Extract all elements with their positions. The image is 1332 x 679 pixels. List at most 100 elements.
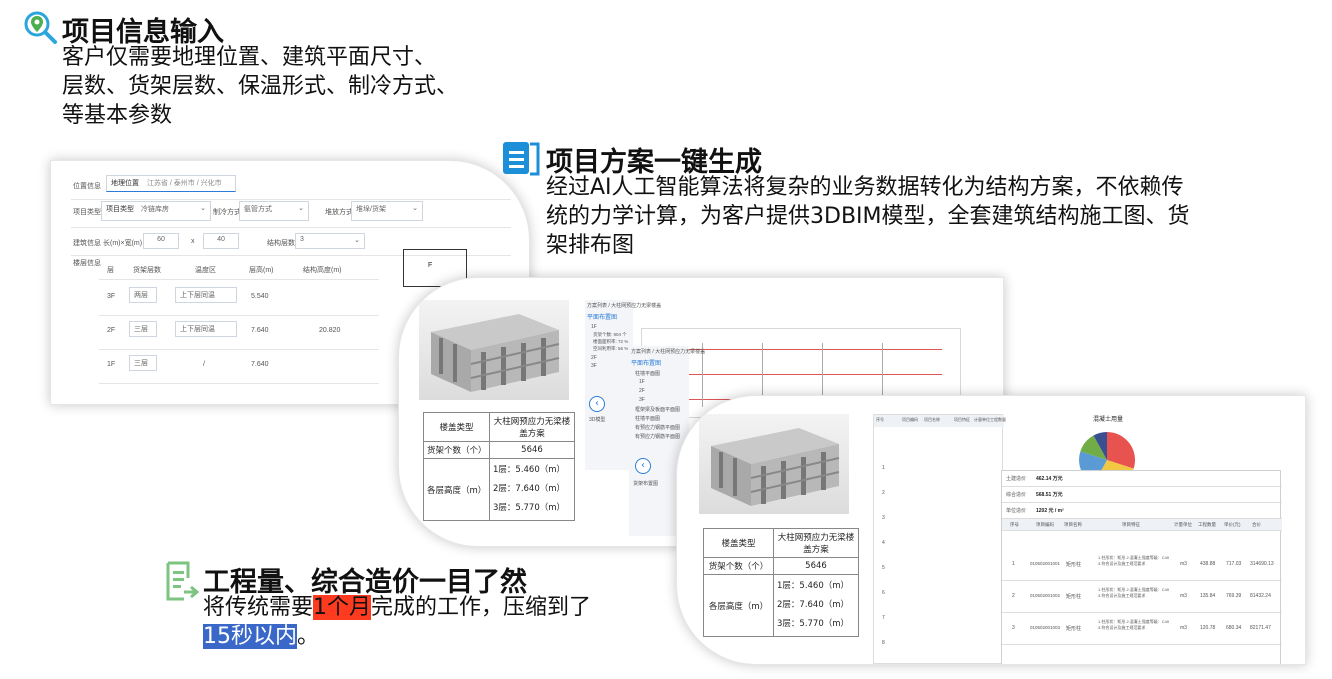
cooling-value: 氨管方式 bbox=[244, 206, 272, 213]
document-list-icon bbox=[503, 142, 540, 176]
temp-value: / bbox=[203, 361, 205, 368]
structure-height: 20.820 bbox=[319, 327, 341, 334]
row-unit: m3 bbox=[1180, 561, 1187, 567]
row-feature: 1.柱形状：矩形 2.混凝土强度等级：C40 3.符合设计及施工规范要求 bbox=[1098, 555, 1170, 566]
length-input[interactable]: 60 bbox=[143, 233, 179, 249]
cost-summary-table: 土建造价 462.14 万元 综合造价 568.51 万元 单位造价 1202 … bbox=[1001, 470, 1282, 664]
floor-header: 温度区 bbox=[195, 267, 216, 274]
chevron-left-icon[interactable]: ‹ bbox=[635, 458, 651, 474]
temp-value: 上下层同温 bbox=[180, 326, 215, 333]
project-type-select[interactable]: 项目类型 冷链库房 ⌄ bbox=[101, 201, 211, 221]
tree-item[interactable]: 2F bbox=[591, 355, 597, 361]
highlight-15-seconds: 15秒以内 bbox=[203, 624, 297, 649]
row-qty: 135.84 bbox=[1200, 593, 1216, 599]
tree-item[interactable]: 有预应力钢筋平面图 bbox=[635, 424, 680, 431]
tree-item[interactable]: 1F bbox=[639, 379, 645, 385]
row-unit: m3 bbox=[1180, 625, 1187, 631]
tree-item: 空间利用率: 56 % bbox=[593, 346, 629, 351]
project-type-value: 冷链库房 bbox=[140, 206, 169, 213]
tree-item[interactable]: 柱墙平面图 bbox=[635, 415, 660, 422]
table-row-no: 1 bbox=[882, 465, 885, 471]
cooling-select[interactable]: 氨管方式 ⌄ bbox=[239, 201, 309, 221]
table-header: 序号 bbox=[1010, 522, 1019, 527]
chevron-down-icon: ⌄ bbox=[412, 205, 418, 212]
row-qty: 120.78 bbox=[1200, 625, 1216, 631]
rack-value: 三层 bbox=[134, 360, 148, 367]
table-header: 项目特征 bbox=[1122, 522, 1140, 527]
height-value: 3层：5.770（m） bbox=[493, 503, 566, 513]
highlight-one-month: 1个月 bbox=[313, 595, 372, 620]
row-unit: m3 bbox=[1180, 593, 1187, 599]
spec-value: 5646 bbox=[489, 441, 575, 459]
summary-label: 综合造价 bbox=[1006, 492, 1027, 498]
table-header: 项目名称 bbox=[1064, 522, 1082, 527]
summary-label: 单位造价 bbox=[1006, 508, 1027, 514]
spec-table: 楼盖类型 大柱网预应力无梁楼盖方案 货架个数（个） 5646 各层高度（m） 1… bbox=[703, 528, 859, 637]
input-section-description: 客户仅需要地理位置、建筑平面尺寸、 层数、货架层数、保温形式、制冷方式、 等基本… bbox=[62, 43, 458, 130]
cost-desc-line: 将传统需要1个月完成的工作，压缩到了 bbox=[203, 593, 643, 622]
tree-item[interactable]: 框架梁及板面平面图 bbox=[635, 406, 680, 413]
cost-desc-text: 将传统需要 bbox=[203, 595, 314, 620]
scheme-sidebar: 方案列表 / 大柱网预应力无梁楼盖 平面布置图 1F 货架个数: 904 个 楼… bbox=[585, 300, 661, 470]
tree-item[interactable]: 1F bbox=[591, 324, 597, 330]
chart-title: 混凝土用量 bbox=[1093, 417, 1124, 423]
times-sign: x bbox=[191, 238, 195, 245]
breadcrumb: 方案列表 / 大柱网预应力无梁楼盖 bbox=[631, 349, 706, 355]
size-label: 长(m)×宽(m) bbox=[103, 240, 143, 247]
cost-result-card: 楼盖类型 大柱网预应力无梁楼盖方案 货架个数（个） 5646 各层高度（m） 1… bbox=[676, 395, 1306, 665]
tree-item: 货架个数: 904 个 bbox=[593, 332, 627, 337]
row-no: 3 bbox=[1012, 625, 1015, 631]
tree-item[interactable]: 3F bbox=[639, 397, 645, 403]
spec-label: 楼盖类型 bbox=[703, 528, 774, 558]
floor-header: 层高(m) bbox=[249, 267, 274, 274]
structure-floors-select[interactable]: 3 ⌄ bbox=[295, 233, 365, 249]
table-header: 计量单位 bbox=[1174, 522, 1192, 527]
rack-select[interactable]: 三层 bbox=[129, 321, 157, 337]
project-type-label: 项目类型 bbox=[106, 206, 134, 213]
summary-value: 462.14 万元 bbox=[1036, 476, 1063, 482]
tree-item[interactable]: 2F bbox=[639, 388, 645, 394]
tree-item[interactable]: 有预应力钢筋平面图 bbox=[635, 433, 680, 440]
floor-label: 1F bbox=[107, 361, 116, 368]
generate-section-description: 经过AI人工智能算法将复杂的业务数据转化为结构方案，不依赖传 统的力学计算，为客… bbox=[546, 173, 1190, 260]
row-no: 2 bbox=[1012, 593, 1015, 599]
location-field[interactable]: 地理位置 江苏省 / 泰州市 / 兴化市 bbox=[106, 175, 236, 192]
rack-select[interactable]: 两层 bbox=[129, 287, 157, 303]
width-input[interactable]: 40 bbox=[203, 233, 239, 249]
plan-label: F bbox=[428, 262, 433, 269]
height-value: 2层：7.640（m） bbox=[493, 484, 566, 494]
generate-desc-line: 架排布图 bbox=[546, 233, 635, 258]
chevron-left-icon[interactable]: ‹ bbox=[589, 396, 605, 412]
floor-header: 结构高度(m) bbox=[303, 267, 342, 274]
temp-select[interactable]: 上下层同温 bbox=[175, 321, 237, 337]
temp-select[interactable]: 上下层同温 bbox=[175, 287, 237, 303]
cost-section-description: 将传统需要1个月完成的工作，压缩到了 15秒以内。 bbox=[203, 593, 643, 651]
table-header: 序号 bbox=[876, 417, 884, 422]
tree-item[interactable]: 3F bbox=[591, 363, 597, 369]
row-code: 010502001002 bbox=[1030, 593, 1061, 598]
spec-label: 楼盖类型 bbox=[423, 412, 490, 442]
table-row-no: 8 bbox=[882, 640, 885, 646]
cost-desc-text: 完成的工作，压缩到了 bbox=[371, 595, 592, 620]
tree-item[interactable]: 柱墙平面图 bbox=[635, 370, 660, 377]
floor-height: 7.640 bbox=[251, 327, 269, 334]
table-row: 3 010502001003 矩形柱 1.柱形状：矩形 2.混凝土强度等级：C4… bbox=[1002, 613, 1282, 645]
row-feature: 1.柱形状：矩形 2.混凝土强度等级：C40 3.符合设计及施工规范要求 bbox=[1098, 587, 1170, 598]
bim-3d-model bbox=[699, 414, 849, 514]
table-row: 2 010502001002 矩形柱 1.柱形状：矩形 2.混凝土强度等级：C4… bbox=[1002, 581, 1282, 613]
height-value: 1层：5.460（m） bbox=[777, 581, 850, 591]
generate-desc-line: 经过AI人工智能算法将复杂的业务数据转化为结构方案，不依赖传 bbox=[546, 175, 1184, 200]
temp-value: 上下层同温 bbox=[180, 292, 215, 299]
spec-label: 各层高度（m） bbox=[423, 458, 490, 521]
summary-value: 1202 元 / m² bbox=[1036, 508, 1064, 514]
height-value: 3层：5.770（m） bbox=[777, 619, 850, 629]
row-total: 314690.13 bbox=[1250, 561, 1274, 567]
field-label-location: 位置信息 bbox=[73, 183, 101, 190]
row-code: 010502001001 bbox=[1030, 561, 1061, 566]
storage-select[interactable]: 堆垛/货架 ⌄ bbox=[351, 201, 423, 221]
height-value: 2层：7.640（m） bbox=[777, 600, 850, 610]
building-model-graphic bbox=[431, 314, 560, 392]
table-header: 项目特征 bbox=[954, 417, 970, 422]
rack-select[interactable]: 三层 bbox=[129, 355, 157, 371]
storage-label: 堆放方式 bbox=[325, 209, 353, 216]
